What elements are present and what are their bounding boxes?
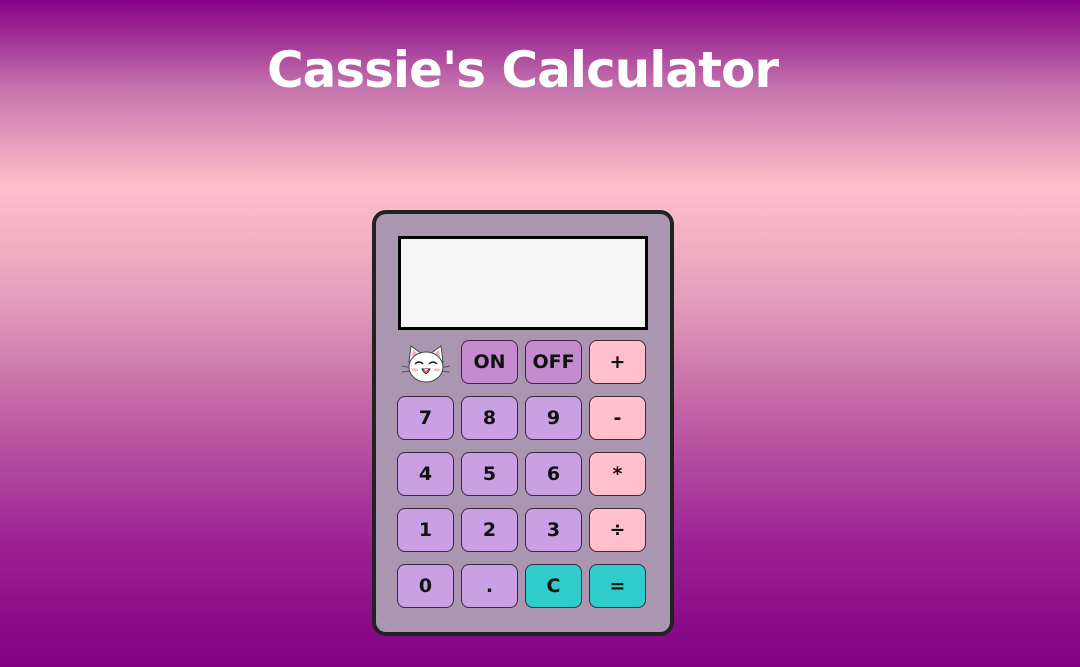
digit-4-button[interactable]: 4 bbox=[397, 452, 454, 496]
decimal-button[interactable]: . bbox=[461, 564, 518, 608]
calculator-display[interactable] bbox=[398, 236, 648, 330]
digit-9-button[interactable]: 9 bbox=[525, 396, 582, 440]
on-button[interactable]: ON bbox=[461, 340, 518, 384]
minus-button[interactable]: - bbox=[589, 396, 646, 440]
digit-1-button[interactable]: 1 bbox=[397, 508, 454, 552]
calculator: ON OFF + 7 8 9 - 4 5 6 * 1 2 3 ÷ 0 . C = bbox=[372, 210, 674, 636]
digit-5-button[interactable]: 5 bbox=[461, 452, 518, 496]
digit-3-button[interactable]: 3 bbox=[525, 508, 582, 552]
digit-7-button[interactable]: 7 bbox=[397, 396, 454, 440]
digit-2-button[interactable]: 2 bbox=[461, 508, 518, 552]
plus-button[interactable]: + bbox=[589, 340, 646, 384]
page-title: Cassie's Calculator bbox=[266, 41, 779, 99]
off-button[interactable]: OFF bbox=[525, 340, 582, 384]
equals-button[interactable]: = bbox=[589, 564, 646, 608]
multiply-button[interactable]: * bbox=[589, 452, 646, 496]
clear-button[interactable]: C bbox=[525, 564, 582, 608]
digit-0-button[interactable]: 0 bbox=[397, 564, 454, 608]
digit-8-button[interactable]: 8 bbox=[461, 396, 518, 440]
digit-6-button[interactable]: 6 bbox=[525, 452, 582, 496]
divide-button[interactable]: ÷ bbox=[589, 508, 646, 552]
cat-face-icon bbox=[401, 345, 451, 383]
